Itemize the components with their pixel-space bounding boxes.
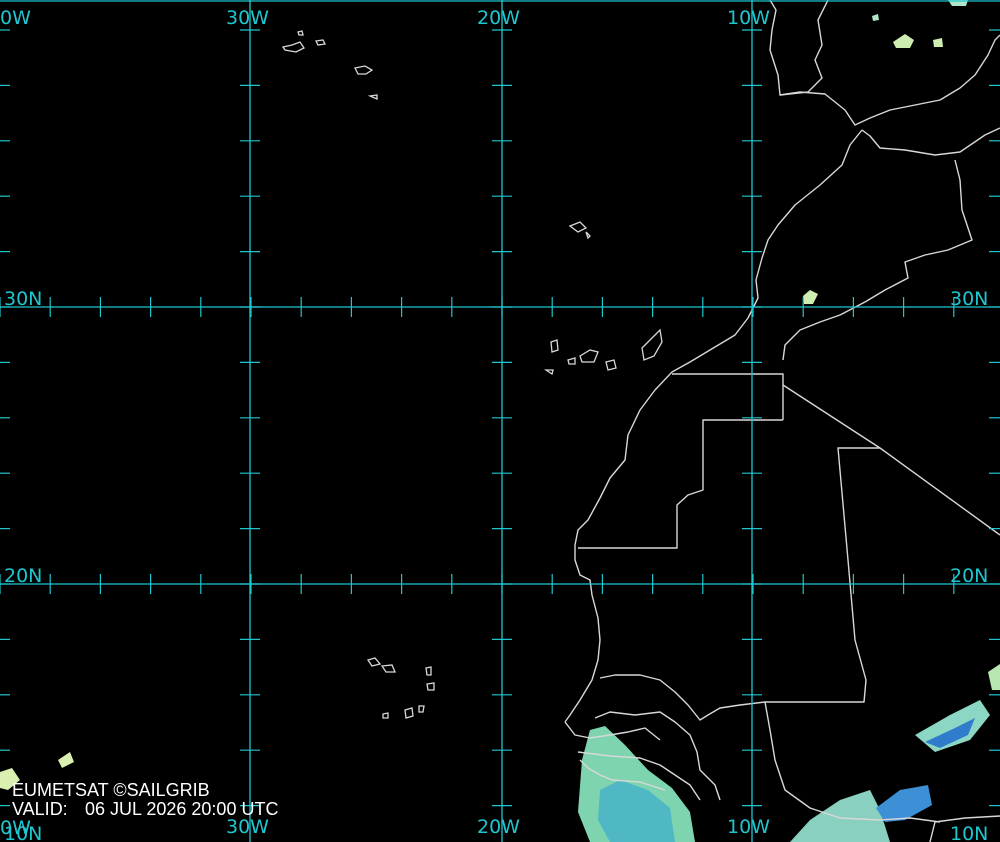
satellite-map: 0W 30W 20W 10W 30N 30N 20N 20N 0W 10N 30… [0, 0, 1000, 842]
lon-label-bottom-10w: 10W [727, 816, 770, 838]
ocean-background [0, 0, 1000, 842]
lat-label-left-30n: 30N [4, 288, 42, 310]
credit-source: EUMETSAT ©SAILGRIB [12, 780, 210, 800]
lat-label-left-20n: 20N [4, 565, 42, 587]
lon-label-top-10w: 10W [727, 7, 770, 29]
valid-label: VALID: [12, 799, 68, 819]
lat-label-left-10n: 10N [4, 823, 42, 842]
lat-label-right-10n: 10N [950, 823, 988, 842]
lat-label-right-30n: 30N [950, 288, 988, 310]
valid-time: 06 JUL 2026 20:00 UTC [85, 799, 278, 819]
lon-label-bottom-20w: 20W [477, 816, 520, 838]
lon-label-top-0: 0W [0, 7, 31, 29]
lon-label-top-20w: 20W [477, 7, 520, 29]
lon-label-bottom-30w: 30W [226, 816, 269, 838]
lat-label-right-20n: 20N [950, 565, 988, 587]
lon-label-top-30w: 30W [226, 7, 269, 29]
